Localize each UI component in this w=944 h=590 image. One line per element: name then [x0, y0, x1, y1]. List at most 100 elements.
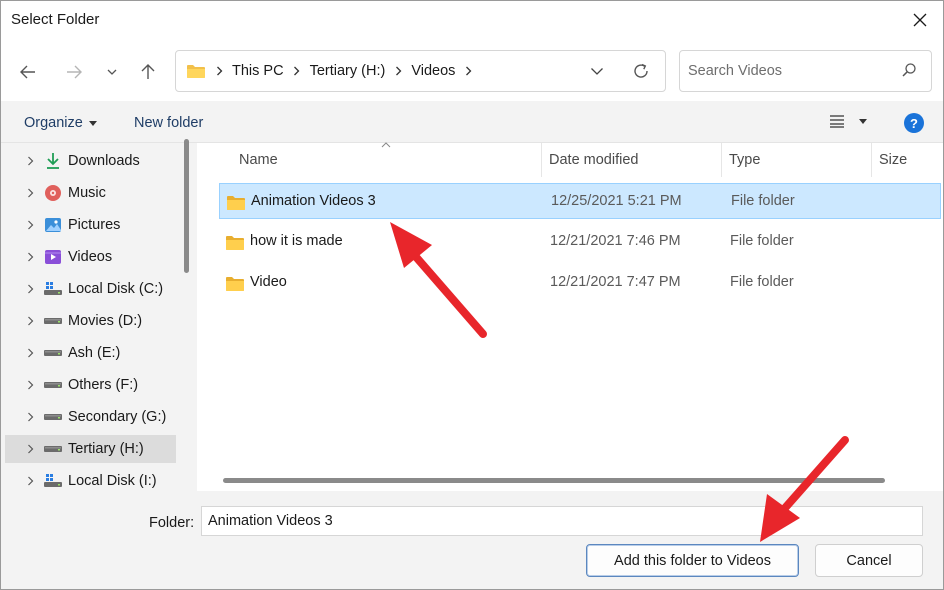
sidebar-item-label: Movies (D:): [68, 313, 143, 329]
column-header-date-modified[interactable]: Date modified: [549, 143, 638, 177]
file-list: Name Date modified Type Size Animation V…: [197, 142, 943, 491]
caret-down-icon: [88, 120, 97, 126]
navigation-pane: Downloads Music Pictures Videos Local Disk (…: [1, 143, 197, 491]
close-button[interactable]: [897, 1, 943, 39]
sidebar-item[interactable]: Tertiary (H:): [5, 435, 176, 463]
file-row[interactable]: Animation Videos 3 12/25/2021 5:21 PM File…: [219, 183, 941, 219]
drive-icon: [43, 312, 63, 330]
organize-button[interactable]: Organize: [24, 115, 97, 131]
up-button[interactable]: [135, 59, 161, 85]
sidebar-item-label: Secondary (G:): [68, 409, 167, 425]
column-divider[interactable]: [541, 143, 542, 177]
column-header-type[interactable]: Type: [729, 143, 760, 177]
sidebar-item[interactable]: Others (F:): [5, 371, 176, 399]
folder-icon: [187, 65, 205, 78]
chevron-down-icon: [107, 69, 117, 75]
chevron-right-icon: [290, 66, 304, 76]
organize-label: Organize: [24, 115, 83, 131]
chevron-right-icon: [391, 66, 405, 76]
select-folder-dialog: Select Folder This PC Tertiary (H:) Vide…: [0, 0, 944, 590]
sort-ascending-icon: [381, 142, 391, 148]
file-row[interactable]: Video 12/21/2021 7:47 PM File folder: [219, 265, 941, 301]
address-dropdown-button[interactable]: [584, 59, 610, 83]
close-icon: [913, 13, 927, 27]
title-bar: Select Folder: [1, 1, 943, 41]
chevron-right-icon[interactable]: [19, 444, 41, 454]
add-folder-button[interactable]: Add this folder to Videos: [586, 544, 799, 577]
folder-name-input[interactable]: [201, 506, 923, 536]
sidebar-item[interactable]: Music: [5, 179, 176, 207]
breadcrumb: This PC Tertiary (H:) Videos: [186, 51, 475, 91]
sidebar-item[interactable]: Downloads: [5, 147, 176, 175]
drive-icon: [43, 440, 63, 458]
sidebar-item[interactable]: Videos: [5, 243, 176, 271]
chevron-right-icon[interactable]: [19, 316, 41, 326]
arrow-right-icon: [67, 65, 82, 79]
address-bar[interactable]: This PC Tertiary (H:) Videos: [175, 50, 666, 92]
sidebar-item[interactable]: Local Disk (C:): [5, 275, 176, 303]
search-icon[interactable]: [901, 62, 917, 82]
navigation-pane-scrollbar[interactable]: [184, 139, 189, 273]
chevron-right-icon[interactable]: [19, 188, 41, 198]
cancel-button[interactable]: Cancel: [815, 544, 923, 577]
column-header-name[interactable]: Name: [239, 143, 278, 177]
refresh-button[interactable]: [628, 59, 654, 83]
sidebar-item-label: Pictures: [68, 217, 121, 233]
sidebar-item[interactable]: Secondary (G:): [5, 403, 176, 431]
chevron-right-icon[interactable]: [19, 252, 41, 262]
file-type: File folder: [731, 193, 795, 209]
file-name: Animation Videos 3: [251, 193, 376, 209]
forward-button[interactable]: [61, 59, 87, 85]
sidebar-item[interactable]: Ash (E:): [5, 339, 176, 367]
sidebar-item[interactable]: Local Disk (I:): [5, 467, 176, 491]
chevron-right-icon[interactable]: [19, 412, 41, 422]
chevron-right-icon[interactable]: [19, 284, 41, 294]
sidebar-item[interactable]: Movies (D:): [5, 307, 176, 335]
videos-icon: [43, 248, 63, 266]
file-list-horizontal-scrollbar[interactable]: [223, 478, 885, 483]
pictures-icon: [43, 216, 63, 234]
recent-locations-button[interactable]: [99, 59, 125, 85]
help-button[interactable]: ?: [904, 113, 924, 133]
sidebar-item-label: Ash (E:): [68, 345, 121, 361]
file-name: how it is made: [250, 233, 343, 249]
file-type: File folder: [730, 233, 794, 249]
view-options-button[interactable]: [829, 114, 867, 128]
sidebar-item-label: Videos: [68, 249, 113, 265]
drive-icon: [43, 408, 63, 426]
back-button[interactable]: [15, 59, 41, 85]
sidebar-item-label: Others (F:): [68, 377, 139, 393]
sidebar-item[interactable]: Pictures: [5, 211, 176, 239]
new-folder-button[interactable]: New folder: [134, 115, 203, 131]
folder-icon: [226, 195, 246, 215]
caret-down-icon: [859, 118, 867, 124]
chevron-right-icon[interactable]: [19, 348, 41, 358]
sidebar-item-label: Tertiary (H:): [68, 441, 144, 457]
arrow-up-icon: [141, 64, 155, 79]
refresh-icon: [634, 63, 648, 78]
download-icon: [43, 152, 63, 170]
system-drive-icon: [43, 280, 63, 298]
breadcrumb-this-pc[interactable]: This PC: [226, 63, 290, 79]
file-date-modified: 12/25/2021 5:21 PM: [551, 193, 682, 209]
file-row[interactable]: how it is made 12/21/2021 7:46 PM File fol…: [219, 224, 941, 260]
file-date-modified: 12/21/2021 7:46 PM: [550, 233, 681, 249]
window-title: Select Folder: [11, 11, 100, 28]
column-divider[interactable]: [721, 143, 722, 177]
chevron-right-icon[interactable]: [19, 156, 41, 166]
search-input[interactable]: [688, 60, 888, 82]
column-divider[interactable]: [871, 143, 872, 177]
sidebar-item-label: Downloads: [68, 153, 140, 169]
search-box[interactable]: [679, 50, 932, 92]
column-header-size[interactable]: Size: [879, 143, 907, 177]
sidebar-item-label: Local Disk (I:): [68, 473, 157, 489]
navigation-bar: This PC Tertiary (H:) Videos: [1, 41, 943, 101]
breadcrumb-tertiary[interactable]: Tertiary (H:): [304, 63, 392, 79]
chevron-right-icon[interactable]: [19, 380, 41, 390]
dialog-footer: Folder: Add this folder to Videos Cancel: [1, 491, 943, 589]
chevron-right-icon[interactable]: [19, 220, 41, 230]
drive-icon: [43, 376, 63, 394]
chevron-right-icon[interactable]: [19, 476, 41, 486]
folder-icon: [225, 235, 245, 255]
breadcrumb-videos[interactable]: Videos: [405, 63, 461, 79]
